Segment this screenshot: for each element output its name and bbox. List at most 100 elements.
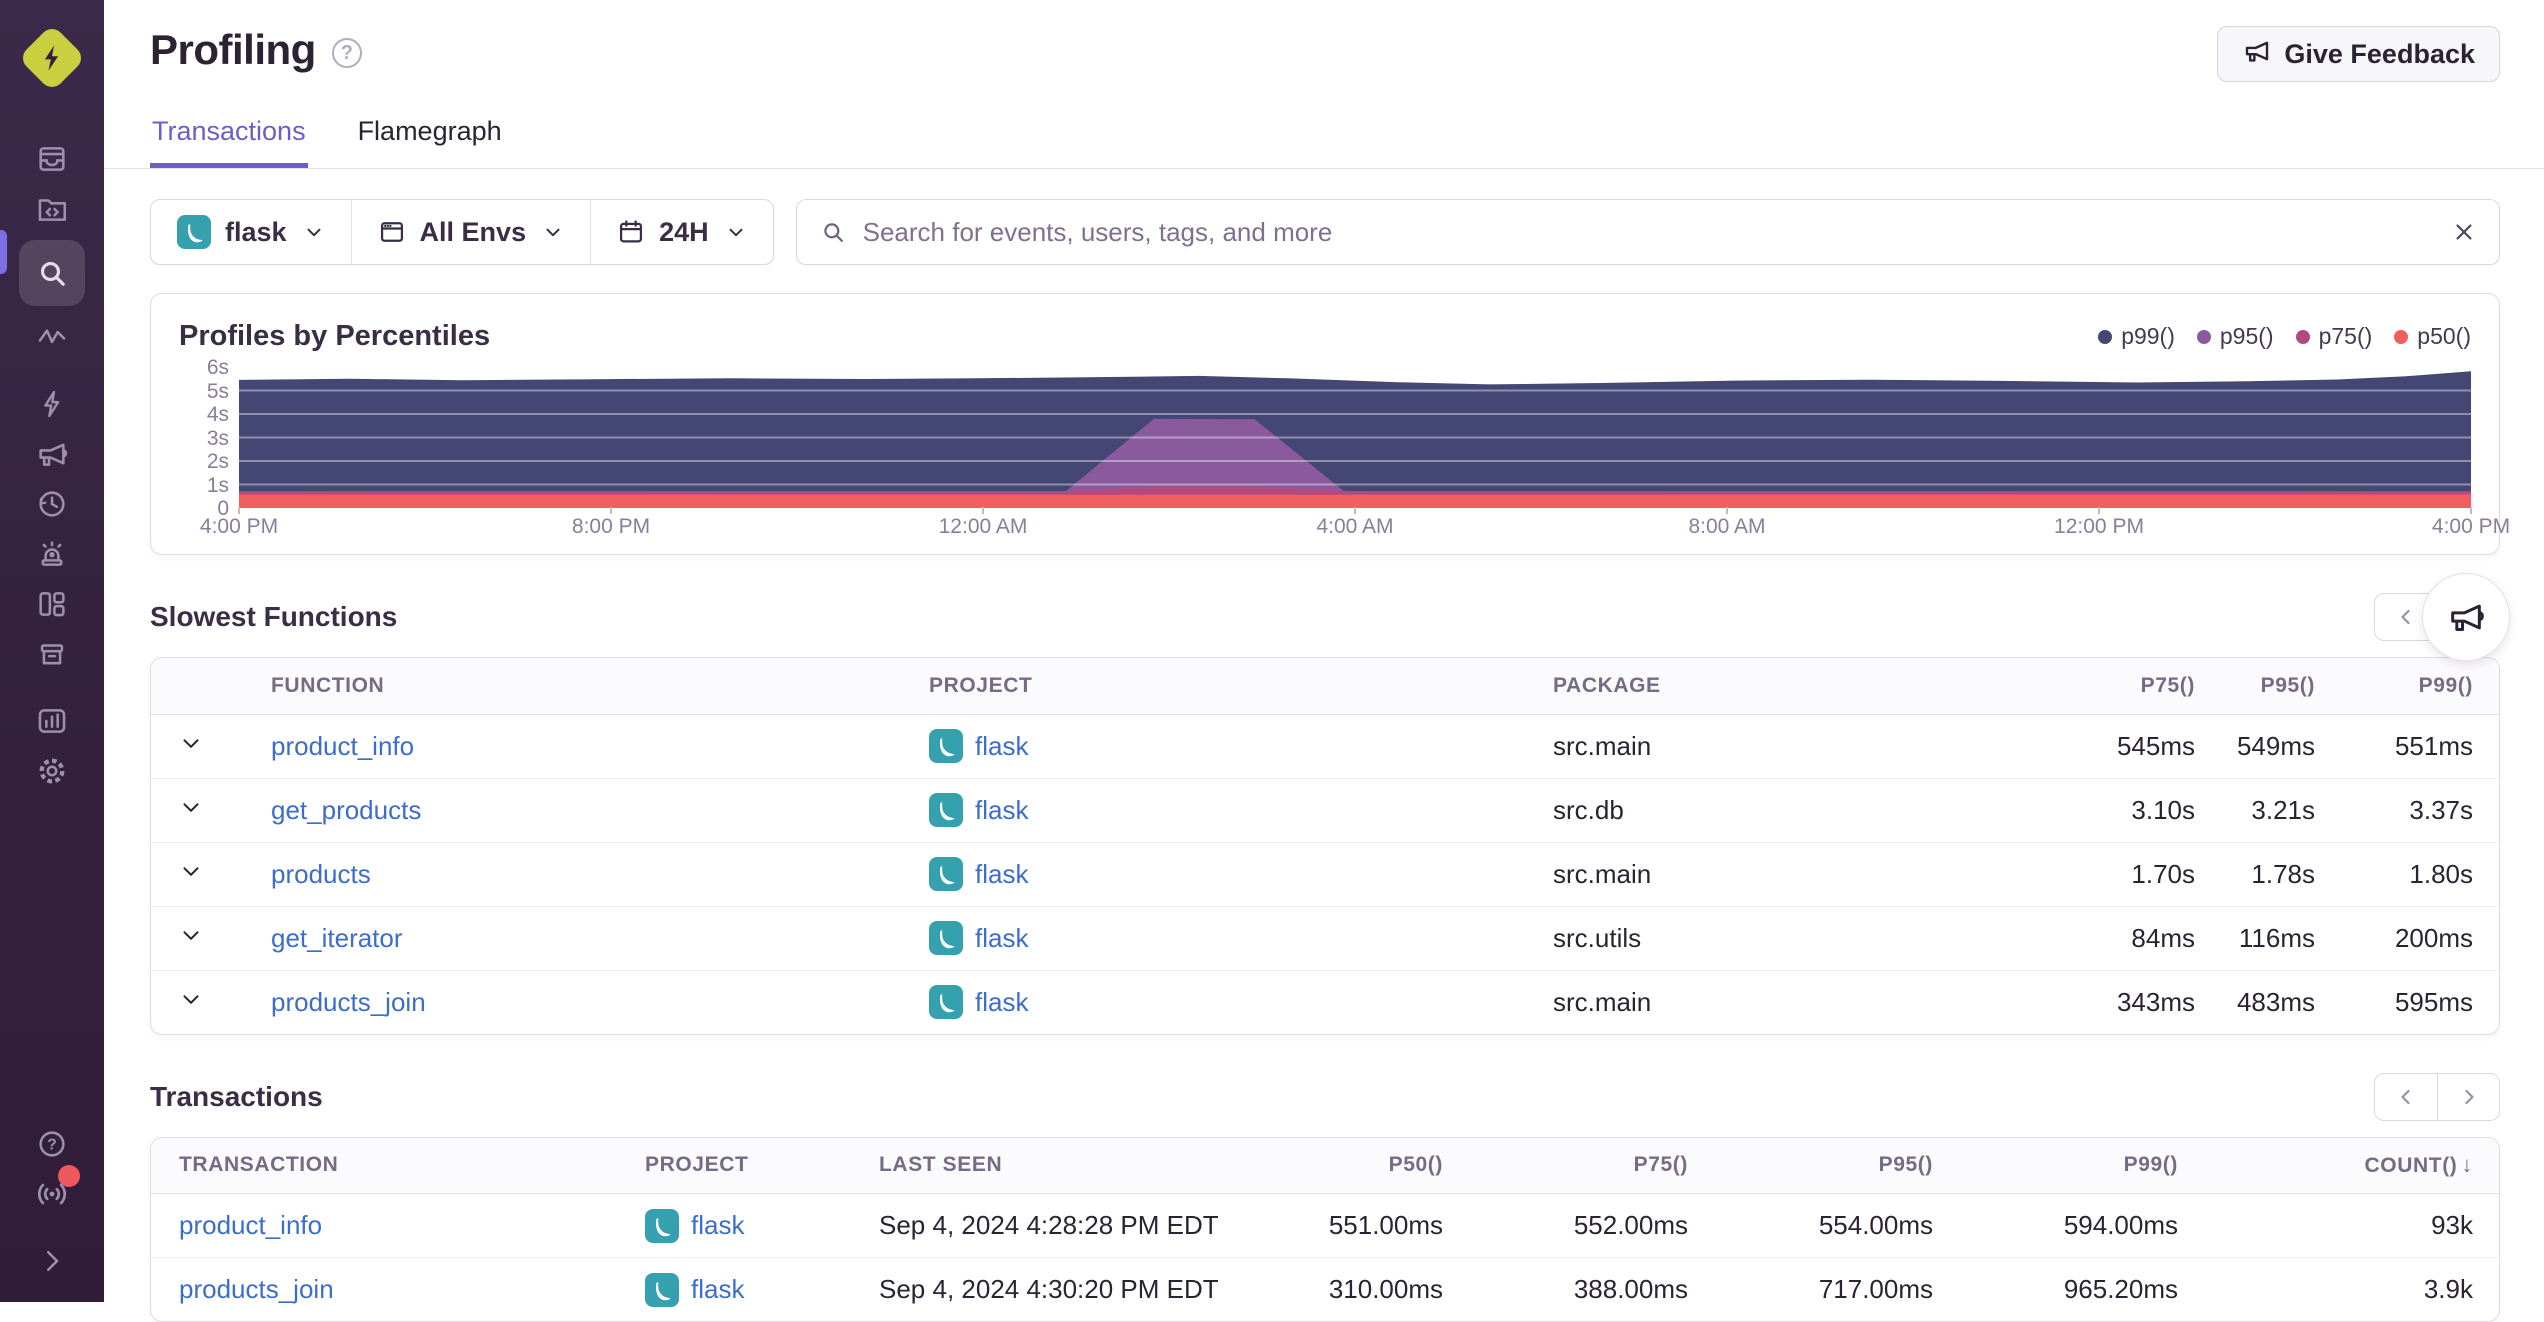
p75-cell: 343ms bbox=[2073, 970, 2223, 1034]
function-link[interactable]: get_products bbox=[271, 795, 421, 825]
package-cell: src.utils bbox=[1513, 906, 2073, 970]
p99-cell: 1.80s bbox=[2343, 842, 2500, 906]
transaction-link[interactable]: product_info bbox=[179, 1210, 322, 1240]
floating-feedback-button[interactable] bbox=[2422, 573, 2510, 661]
legend-dot-icon bbox=[2197, 330, 2211, 344]
expand-row-button[interactable] bbox=[151, 906, 231, 970]
project-link[interactable]: flask bbox=[691, 1274, 744, 1305]
legend-item-p99[interactable]: p99() bbox=[2098, 323, 2175, 350]
zigzag-trace-icon[interactable] bbox=[30, 315, 74, 359]
give-feedback-button[interactable]: Give Feedback bbox=[2217, 26, 2500, 82]
search-input[interactable] bbox=[863, 217, 2435, 248]
function-link[interactable]: products_join bbox=[271, 987, 426, 1017]
flask-project-icon bbox=[929, 985, 963, 1019]
replay-clock-icon[interactable] bbox=[30, 482, 74, 526]
page-filter-bar: flask All Envs 24H bbox=[150, 199, 774, 265]
expand-row-button[interactable] bbox=[151, 778, 231, 842]
table-row[interactable]: get_iterator flask src.utils84ms116ms200ms bbox=[151, 906, 2500, 970]
column-header[interactable]: P50() bbox=[1271, 1138, 1471, 1194]
project-cell: flask bbox=[889, 970, 1513, 1034]
chevron-down-icon bbox=[178, 922, 204, 948]
column-header[interactable]: PROJECT bbox=[617, 1138, 851, 1194]
p75-cell: 84ms bbox=[2073, 906, 2223, 970]
page-help-icon[interactable]: ? bbox=[332, 38, 362, 68]
column-header[interactable]: PACKAGE bbox=[1513, 658, 2073, 714]
table-row[interactable]: products_joinflasksrc.main343ms483ms595m… bbox=[151, 970, 2500, 1034]
legend-item-p75[interactable]: p75() bbox=[2296, 323, 2373, 350]
project-link[interactable]: flask bbox=[691, 1210, 744, 1241]
project-filter[interactable]: flask bbox=[151, 200, 351, 264]
legend-label: p99() bbox=[2121, 323, 2175, 350]
function-cell: products bbox=[231, 842, 889, 906]
alerts-siren-icon[interactable] bbox=[30, 532, 74, 576]
legend-item-p95[interactable]: p95() bbox=[2197, 323, 2274, 350]
expand-row-button[interactable] bbox=[151, 714, 231, 778]
x-axis-tick bbox=[2098, 507, 2100, 514]
project-link[interactable]: flask bbox=[975, 987, 1028, 1018]
project-link[interactable]: flask bbox=[975, 731, 1028, 762]
function-link[interactable]: product_info bbox=[271, 731, 414, 761]
folder-code-icon[interactable] bbox=[30, 187, 74, 231]
p75-cell: 388.00ms bbox=[1471, 1258, 1716, 1322]
area-series-p99 bbox=[239, 371, 2471, 508]
column-header[interactable]: PROJECT bbox=[889, 658, 1513, 714]
x-axis-label: 12:00 PM bbox=[2054, 515, 2144, 539]
column-header[interactable]: COUNT()↓ bbox=[2206, 1138, 2500, 1194]
count-cell: 3.9k bbox=[2206, 1258, 2500, 1322]
table-row[interactable]: product_infoflaskSep 4, 2024 4:28:28 PM … bbox=[151, 1194, 2500, 1258]
expand-row-button[interactable] bbox=[151, 842, 231, 906]
expand-row-button[interactable] bbox=[151, 970, 231, 1034]
table-row[interactable]: productsflasksrc.main1.70s1.78s1.80s bbox=[151, 842, 2500, 906]
project-link[interactable]: flask bbox=[975, 795, 1028, 826]
project-link[interactable]: flask bbox=[975, 923, 1028, 954]
lightning-icon[interactable] bbox=[30, 382, 74, 426]
column-header[interactable]: TRANSACTION bbox=[151, 1138, 617, 1194]
megaphone-icon[interactable] bbox=[30, 432, 74, 476]
column-header[interactable]: P95() bbox=[1716, 1138, 1961, 1194]
p95-cell: 116ms bbox=[2223, 906, 2343, 970]
function-link[interactable]: get_iterator bbox=[271, 923, 403, 953]
y-axis-label: 4s bbox=[179, 403, 229, 427]
archive-box-icon[interactable] bbox=[30, 632, 74, 676]
environment-filter[interactable]: All Envs bbox=[351, 200, 591, 264]
sentry-logo[interactable] bbox=[20, 26, 84, 90]
column-header[interactable]: FUNCTION bbox=[231, 658, 889, 714]
close-icon[interactable] bbox=[2451, 219, 2477, 245]
inbox-icon[interactable] bbox=[30, 137, 74, 181]
function-cell: get_products bbox=[231, 778, 889, 842]
column-header[interactable]: P75() bbox=[1471, 1138, 1716, 1194]
tab-transactions[interactable]: Transactions bbox=[150, 116, 308, 168]
x-axis-label: 4:00 PM bbox=[2432, 515, 2510, 539]
stats-chart-icon[interactable] bbox=[30, 699, 74, 743]
column-header[interactable]: P99() bbox=[1961, 1138, 2206, 1194]
profiles-by-percentiles-panel: Profiles by Percentiles p99()p95()p75()p… bbox=[150, 293, 2500, 555]
expand-chevron-icon[interactable] bbox=[30, 1239, 74, 1283]
table-row[interactable]: products_joinflaskSep 4, 2024 4:30:20 PM… bbox=[151, 1258, 2500, 1322]
gear-icon[interactable] bbox=[30, 749, 74, 793]
next-page-button[interactable] bbox=[2437, 1074, 2499, 1120]
table-row[interactable]: product_infoflasksrc.main545ms549ms551ms bbox=[151, 714, 2500, 778]
dashboard-layout-icon[interactable] bbox=[30, 582, 74, 626]
column-header[interactable]: P75() bbox=[2073, 658, 2223, 714]
column-header[interactable]: P99() bbox=[2343, 658, 2500, 714]
column-header[interactable]: P95() bbox=[2223, 658, 2343, 714]
chevron-down-icon bbox=[542, 221, 564, 243]
help-icon[interactable]: ? bbox=[30, 1122, 74, 1166]
project-filter-label: flask bbox=[225, 217, 287, 248]
transaction-link[interactable]: products_join bbox=[179, 1274, 334, 1304]
p99-cell: 200ms bbox=[2343, 906, 2500, 970]
table-row[interactable]: get_productsflasksrc.db3.10s3.21s3.37s bbox=[151, 778, 2500, 842]
prev-page-button[interactable] bbox=[2375, 1074, 2437, 1120]
search-icon bbox=[819, 218, 847, 246]
function-link[interactable]: products bbox=[271, 859, 371, 889]
legend-item-p50[interactable]: p50() bbox=[2394, 323, 2471, 350]
p95-cell: 549ms bbox=[2223, 714, 2343, 778]
search-icon[interactable] bbox=[19, 240, 85, 306]
date-range-filter[interactable]: 24H bbox=[590, 200, 773, 264]
column-header[interactable]: LAST SEEN bbox=[851, 1138, 1271, 1194]
broadcast-icon[interactable] bbox=[30, 1172, 74, 1216]
tab-flamegraph[interactable]: Flamegraph bbox=[356, 116, 504, 168]
project-link[interactable]: flask bbox=[975, 859, 1028, 890]
legend-dot-icon bbox=[2098, 330, 2112, 344]
area-series-p50 bbox=[239, 494, 2471, 508]
